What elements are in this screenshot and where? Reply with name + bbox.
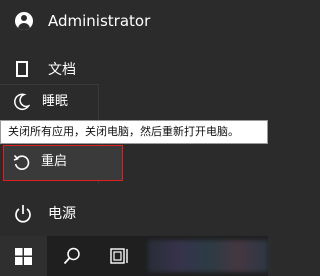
windows-logo-icon xyxy=(15,248,32,265)
power-icon xyxy=(14,204,32,228)
user-account-item[interactable]: Administrator xyxy=(0,0,268,42)
search-button[interactable] xyxy=(48,236,96,276)
power-menu-button[interactable]: 电源 xyxy=(0,200,268,230)
moon-icon xyxy=(14,93,31,115)
user-avatar-icon xyxy=(15,12,33,30)
start-button[interactable] xyxy=(0,236,47,276)
task-view-icon xyxy=(110,248,128,264)
start-menu: Administrator 文档 睡眠 关闭所有应用，关闭电脑，然后重新打开电脑… xyxy=(0,0,268,236)
sleep-menu-item[interactable]: 睡眠 xyxy=(0,85,99,121)
restart-menu-item[interactable]: 重启 xyxy=(3,145,123,181)
user-name-label: Administrator xyxy=(48,12,151,30)
restart-label: 重启 xyxy=(41,154,68,169)
sleep-label: 睡眠 xyxy=(42,94,69,109)
blurred-taskbar-apps xyxy=(148,240,268,272)
taskbar xyxy=(0,236,268,276)
search-icon xyxy=(63,247,80,265)
task-view-button[interactable] xyxy=(96,236,144,276)
document-icon xyxy=(16,61,28,77)
power-label: 电源 xyxy=(48,206,76,222)
restart-icon xyxy=(13,154,31,176)
documents-item[interactable]: 文档 xyxy=(0,56,268,86)
documents-label: 文档 xyxy=(48,62,76,78)
restart-tooltip: 关闭所有应用，关闭电脑，然后重新打开电脑。 xyxy=(0,120,268,144)
